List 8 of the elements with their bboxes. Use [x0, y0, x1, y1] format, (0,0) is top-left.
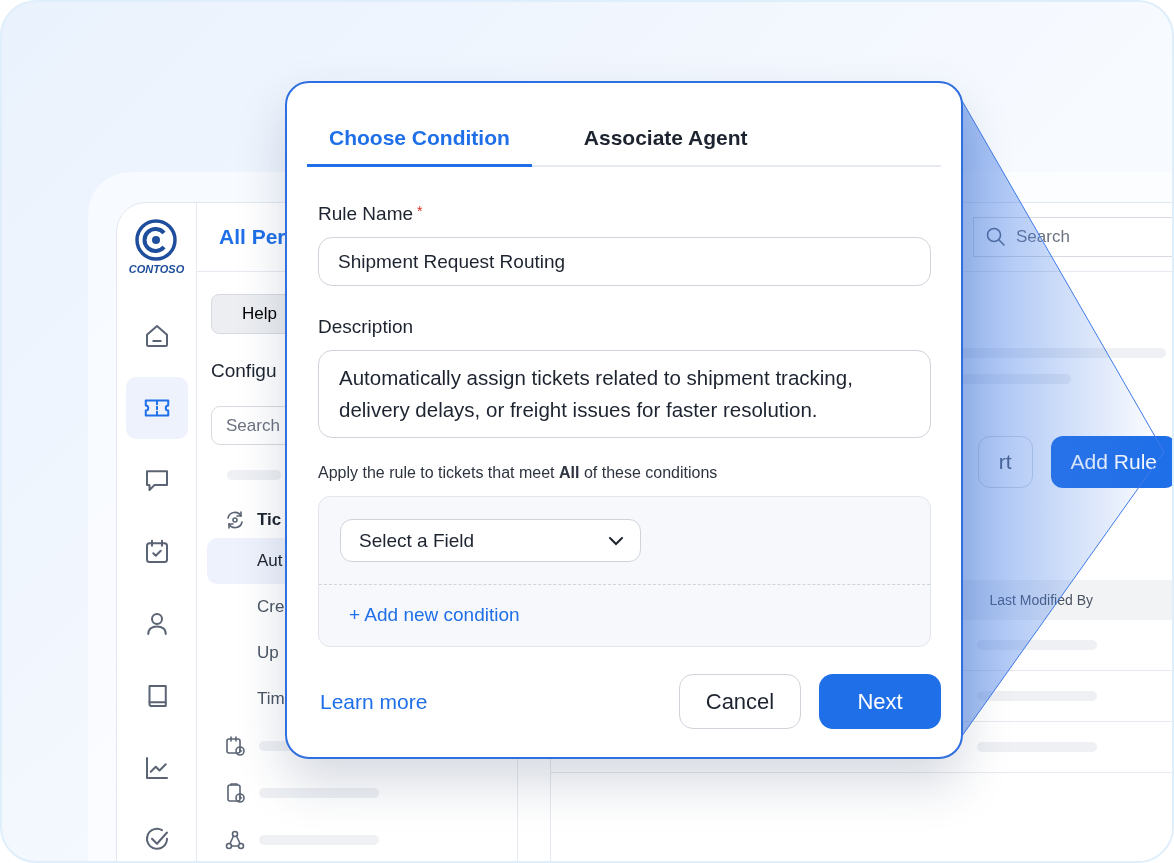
field-label: Rule Name [318, 203, 414, 224]
section-heading: Configu [211, 360, 277, 382]
brand-name: CONTOSO [128, 263, 185, 275]
column-header: Last Modified By [989, 592, 1093, 608]
required-mark: * [417, 203, 423, 219]
conditions-intro: Apply the rule to tickets that meet All of these conditions [318, 464, 718, 482]
field-label: Description [318, 316, 414, 337]
group-label: Tic [257, 510, 282, 530]
